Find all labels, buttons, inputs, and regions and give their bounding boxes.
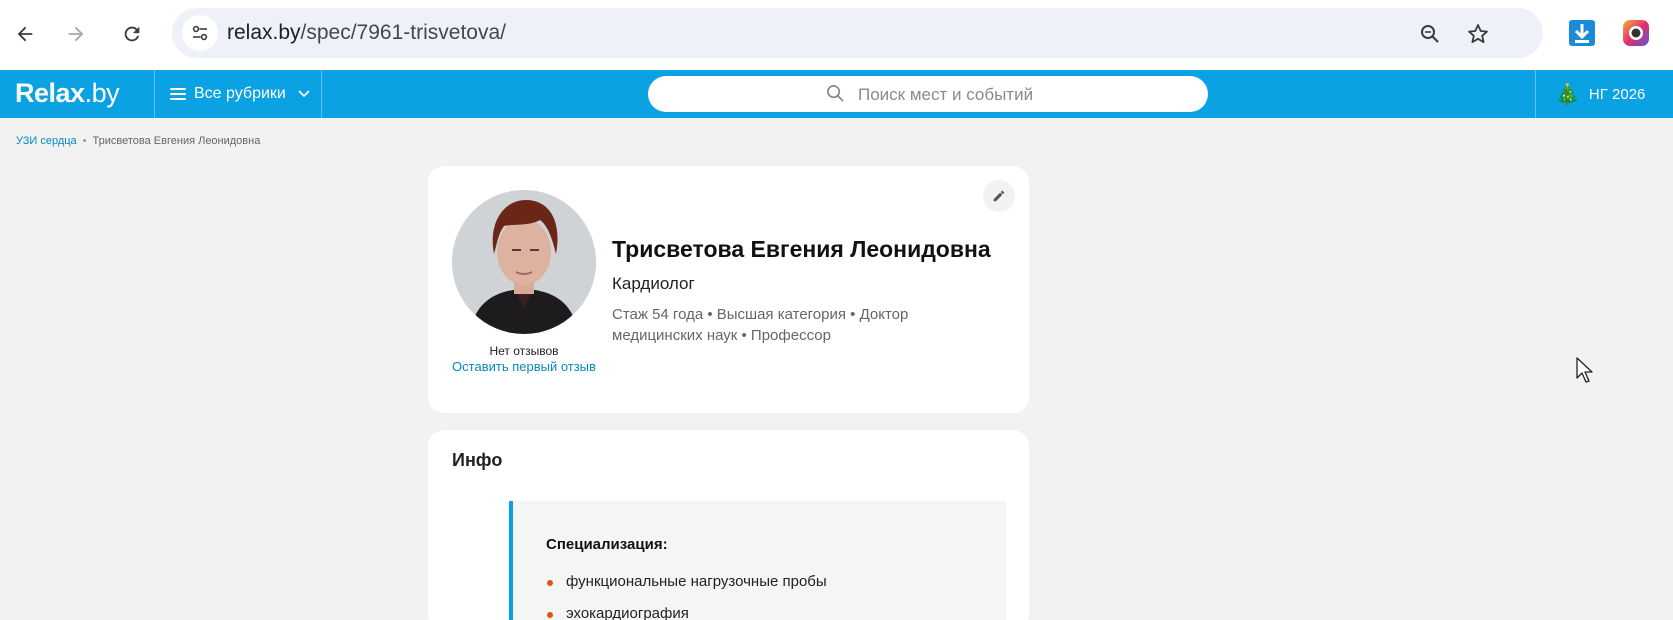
site-logo[interactable]: Relax.by xyxy=(15,78,120,109)
browser-toolbar: relax.by/spec/7961-trisvetova/ xyxy=(0,0,1673,70)
star-icon xyxy=(1468,24,1488,43)
header-divider xyxy=(154,70,155,118)
site-header: Relax.by Все рубрики Поиск мест и событи… xyxy=(0,70,1673,118)
breadcrumb-separator: • xyxy=(82,135,87,147)
reload-icon xyxy=(124,26,140,42)
mouse-cursor-icon xyxy=(1576,357,1593,383)
search-placeholder: Поиск мест и событий xyxy=(858,85,1034,104)
chevron-down-icon xyxy=(298,90,310,98)
specialization-box: Специализация: функциональные нагрузочны… xyxy=(509,501,1006,620)
header-divider xyxy=(321,70,322,118)
url-text[interactable]: relax.by/spec/7961-trisvetova/ xyxy=(227,21,506,45)
list-item: эхокардиография xyxy=(546,605,827,620)
breadcrumb: УЗИ сердца • Трисветова Евгения Леонидовна xyxy=(16,135,260,147)
camera-extension-button[interactable] xyxy=(1622,19,1650,47)
url-host: relax.by xyxy=(227,21,301,44)
back-arrow-icon xyxy=(17,26,33,42)
menu-icon xyxy=(170,85,186,103)
no-reviews-text: Нет отзывов xyxy=(489,344,559,358)
ng-2026-link[interactable]: 🎄 НГ 2026 xyxy=(1555,70,1645,118)
list-item: функциональные нагрузочные пробы xyxy=(546,573,827,605)
breadcrumb-current: Трисветова Евгения Леонидовна xyxy=(92,135,261,147)
all-rubrics-label: Все рубрики xyxy=(194,85,286,102)
url-path: /spec/7961-trisvetova/ xyxy=(300,21,506,44)
download-button[interactable] xyxy=(1568,19,1596,47)
doctor-credentials: Стаж 54 года • Высшая категория • Доктор… xyxy=(612,306,909,344)
ng-label: НГ 2026 xyxy=(1588,85,1646,103)
camera-extension-icon xyxy=(1623,20,1649,46)
zoom-icon xyxy=(1421,25,1439,43)
back-button[interactable] xyxy=(5,14,45,54)
doctor-avatar xyxy=(452,190,596,334)
search-icon xyxy=(827,85,844,102)
address-bar[interactable]: relax.by/spec/7961-trisvetova/ xyxy=(172,8,1543,58)
doctor-name: Трисветова Евгения Леонидовна xyxy=(612,236,991,262)
search-input[interactable]: Поиск мест и событий xyxy=(648,76,1208,112)
edit-button[interactable] xyxy=(983,180,1015,212)
download-icon xyxy=(1569,20,1595,46)
forward-button[interactable] xyxy=(56,14,96,54)
header-divider xyxy=(1535,70,1536,118)
all-rubrics-button[interactable]: Все рубрики xyxy=(170,70,310,118)
zoom-button[interactable] xyxy=(1416,20,1444,48)
logo-tld: .by xyxy=(84,78,120,108)
bookmark-button[interactable] xyxy=(1464,20,1492,48)
info-card: Инфо Специализация: функциональные нагру… xyxy=(428,430,1029,620)
reload-button[interactable] xyxy=(112,14,152,54)
site-info-button[interactable] xyxy=(182,15,218,51)
specialization-list: функциональные нагрузочные пробы эхокард… xyxy=(546,573,827,620)
breadcrumb-link[interactable]: УЗИ сердца xyxy=(16,135,77,147)
profile-card: Нет отзывов Оставить первый отзыв Трисве… xyxy=(428,166,1029,413)
pencil-icon xyxy=(993,190,1005,202)
forward-arrow-icon xyxy=(68,26,84,42)
doctor-profession: Кардиолог xyxy=(612,274,695,293)
christmas-tree-icon: 🎄 xyxy=(1555,83,1580,106)
tune-icon xyxy=(192,25,208,41)
specialization-heading: Специализация: xyxy=(546,536,668,553)
logo-main: Relax xyxy=(15,78,85,108)
info-heading: Инфо xyxy=(452,450,503,470)
leave-first-review-link[interactable]: Оставить первый отзыв xyxy=(452,359,596,375)
